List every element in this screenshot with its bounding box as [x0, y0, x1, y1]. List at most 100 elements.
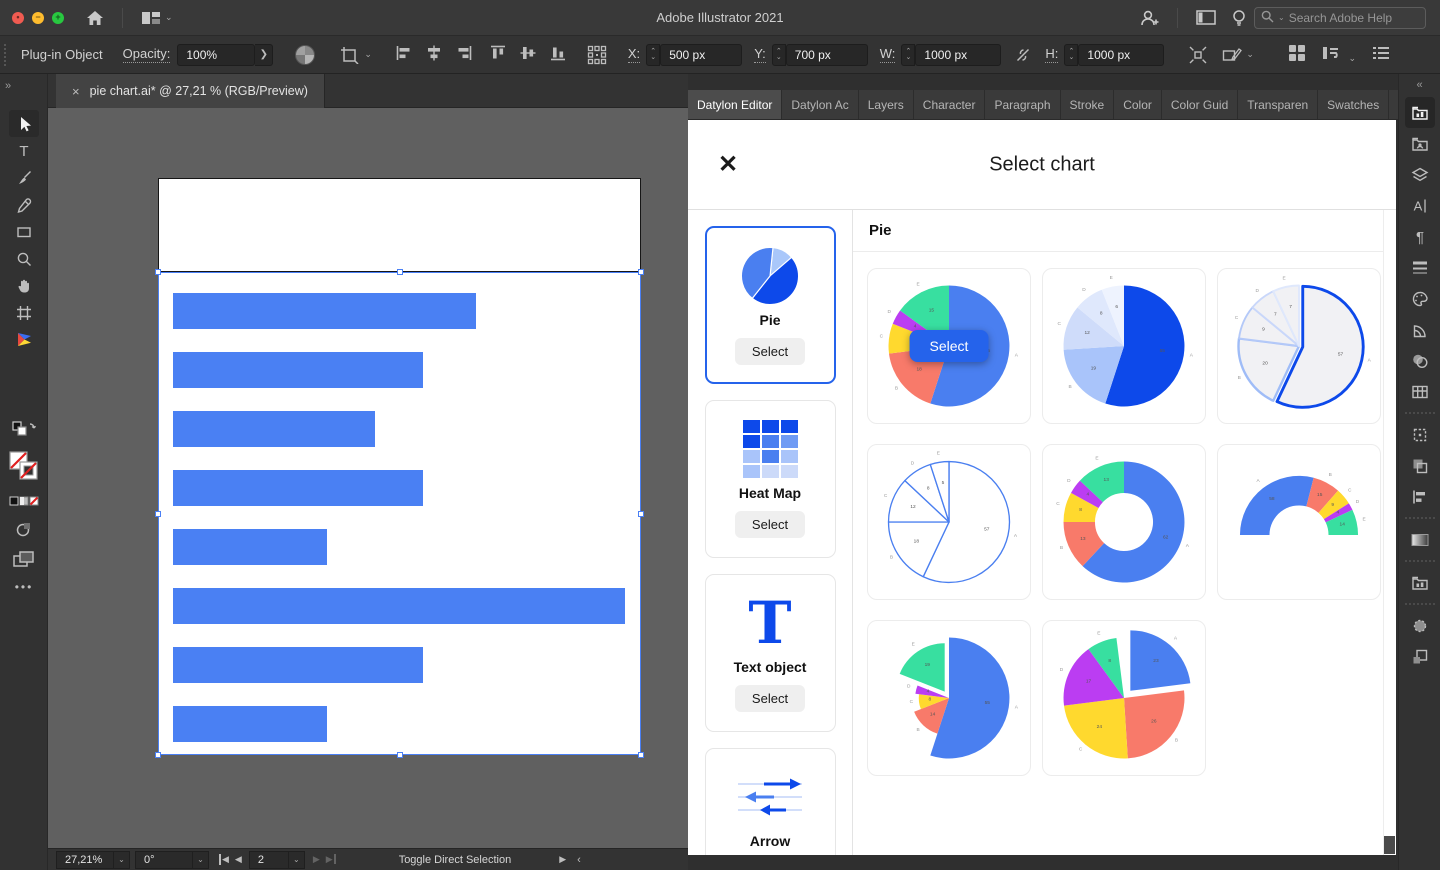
selection-handle[interactable] — [155, 269, 161, 275]
artboard-dropdown[interactable]: ⌄ — [289, 851, 305, 869]
bar-segment[interactable] — [173, 411, 375, 447]
bar-segment[interactable] — [173, 352, 423, 388]
x-stepper[interactable]: ⌃⌄ — [646, 44, 660, 66]
distribute-icon[interactable] — [587, 45, 607, 65]
minimize-window-button[interactable]: − — [32, 12, 44, 24]
selection-tool[interactable] — [9, 110, 39, 137]
zoom-level-field[interactable]: 27,21% — [56, 851, 114, 869]
close-tab-icon[interactable]: × — [72, 84, 80, 99]
rail-collapse-chevron[interactable]: « — [1399, 74, 1440, 91]
swatches-panel-icon[interactable] — [1405, 376, 1435, 407]
selection-handle[interactable] — [155, 752, 161, 758]
character-panel-icon[interactable]: A — [1405, 190, 1435, 221]
preferences-list-icon[interactable] — [1372, 46, 1390, 63]
chart-variant-card-donut[interactable]: A62B13C8D4E13 — [1042, 444, 1206, 600]
panel-tab-layers[interactable]: Layers — [859, 90, 914, 119]
selection-handle[interactable] — [638, 752, 644, 758]
x-value-field[interactable]: 500 px — [660, 44, 742, 66]
h-stepper[interactable]: ⌃⌄ — [1064, 44, 1078, 66]
bar-segment[interactable] — [173, 647, 423, 683]
share-document-icon[interactable] — [1139, 9, 1159, 27]
hand-tool[interactable] — [9, 272, 39, 299]
document-tab[interactable]: × pie chart.ai* @ 27,21 % (RGB/Preview) — [56, 74, 325, 108]
selection-handle[interactable] — [638, 511, 644, 517]
bar-segment[interactable] — [173, 588, 625, 624]
bar-segment[interactable] — [173, 293, 476, 329]
controlbar-grip[interactable] — [4, 44, 9, 66]
stroke-panel-icon[interactable] — [1405, 252, 1435, 283]
align-bottom-icon[interactable] — [549, 44, 567, 65]
artboard-tool[interactable] — [9, 299, 39, 326]
pie-variant-select-button[interactable]: Select — [910, 330, 989, 362]
opacity-label[interactable]: Opacity: — [123, 46, 171, 63]
pathfinder-panel-icon[interactable] — [1405, 450, 1435, 481]
align-panel-icon[interactable] — [1405, 481, 1435, 512]
discover-lightbulb-icon[interactable] — [1232, 9, 1246, 27]
h-value-field[interactable]: 1000 px — [1078, 44, 1164, 66]
home-icon[interactable] — [86, 10, 104, 26]
selection-handle[interactable] — [638, 269, 644, 275]
transform-panel-icon[interactable] — [1405, 419, 1435, 450]
first-artboard-icon[interactable]: ◀ — [219, 854, 229, 865]
panel-tab-character[interactable]: Character — [914, 90, 986, 119]
eyedropper-tool[interactable] — [9, 191, 39, 218]
edit-toolbar-dots-icon[interactable]: ••• — [15, 580, 34, 594]
chart-type-select-button[interactable]: Select — [735, 511, 805, 538]
align-center-h-icon[interactable] — [425, 44, 443, 65]
last-artboard-icon[interactable]: ▶ — [326, 854, 336, 865]
arrange-documents-icon[interactable]: ⌄ — [141, 11, 173, 25]
chart-variant-card-pie-outline[interactable]: A57B20C9D7E7 — [1217, 268, 1381, 424]
w-stepper[interactable]: ⌃⌄ — [901, 44, 915, 66]
align-middle-v-icon[interactable] — [519, 44, 537, 65]
rectangle-tool[interactable] — [9, 218, 39, 245]
transform-bounds-icon[interactable] — [1188, 45, 1208, 65]
gradient-panel-icon[interactable] — [1405, 524, 1435, 555]
workspace-grid-icon[interactable] — [1288, 44, 1306, 65]
panel-tab-transparen[interactable]: Transparen — [1238, 90, 1318, 119]
artboards-panel-icon[interactable] — [1405, 641, 1435, 672]
panel-tab-color[interactable]: Color — [1114, 90, 1162, 119]
color-wheel-icon[interactable] — [295, 45, 315, 65]
prev-artboard-icon[interactable]: ◀ — [235, 854, 242, 865]
selection-handle[interactable] — [397, 752, 403, 758]
chart-type-card-text-object[interactable]: TText objectSelect — [705, 574, 836, 732]
selection-handle[interactable] — [155, 511, 161, 517]
swap-fill-stroke-icon[interactable] — [11, 420, 37, 443]
search-scope-chevron-icon[interactable]: ⌄ — [1278, 13, 1285, 22]
dialog-scrollbar[interactable] — [1383, 210, 1396, 855]
status-play-icon[interactable]: ▶ — [559, 854, 566, 865]
datylon-editor-panel-icon[interactable] — [1405, 97, 1435, 128]
selection-handle[interactable] — [397, 269, 403, 275]
chart-variant-card-exploded-pie[interactable]: A23B26C24D17E8 — [1042, 620, 1206, 776]
transparency-panel-icon[interactable] — [1405, 345, 1435, 376]
chart-variant-card-pie-monochrome[interactable]: A55B19C12D8E6 — [1042, 268, 1206, 424]
chart-title-placeholder[interactable] — [158, 178, 641, 272]
chart-variant-card-half-donut[interactable]: A58B15C9D4E14 — [1217, 444, 1381, 600]
align-left-icon[interactable] — [395, 44, 413, 65]
libraries-panel-icon[interactable] — [1405, 567, 1435, 598]
rotation-field[interactable]: 0° — [135, 851, 193, 869]
panel-tab-color-guid[interactable]: Color Guid — [1162, 90, 1238, 119]
chart-variant-card-pie[interactable]: A55B18C8D4E15Select — [867, 268, 1031, 424]
close-window-button[interactable]: • — [12, 12, 24, 24]
color-mode-strip[interactable] — [9, 494, 39, 512]
layers-panel-icon[interactable] — [1405, 159, 1435, 190]
artboard-number-field[interactable]: 2 — [249, 851, 289, 869]
draw-mode-icon[interactable] — [15, 520, 33, 543]
panel-tab-datylon-editor[interactable]: Datylon Editor — [688, 90, 782, 119]
chart-variant-card-variable-radius-pie[interactable]: A55B14C8D4E19 — [867, 620, 1031, 776]
panel-toggle-icon[interactable] — [1196, 10, 1216, 25]
color-panel-icon[interactable] — [1405, 283, 1435, 314]
opacity-value-field[interactable]: 100% — [177, 44, 255, 66]
bar-chart[interactable] — [159, 273, 640, 754]
bar-segment[interactable] — [173, 706, 327, 742]
panel-tab-paragraph[interactable]: Paragraph — [985, 90, 1060, 119]
panel-tab-stroke[interactable]: Stroke — [1061, 90, 1115, 119]
datylon-account-panel-icon[interactable] — [1405, 128, 1435, 159]
bar-segment[interactable] — [173, 529, 327, 565]
artboard[interactable] — [158, 178, 641, 755]
chart-type-card-heat-map[interactable]: Heat MapSelect — [705, 400, 836, 558]
rotation-dropdown[interactable]: ⌄ — [193, 851, 209, 869]
screen-mode-icon[interactable] — [13, 551, 35, 572]
scrollbar-thumb[interactable] — [1384, 836, 1395, 854]
